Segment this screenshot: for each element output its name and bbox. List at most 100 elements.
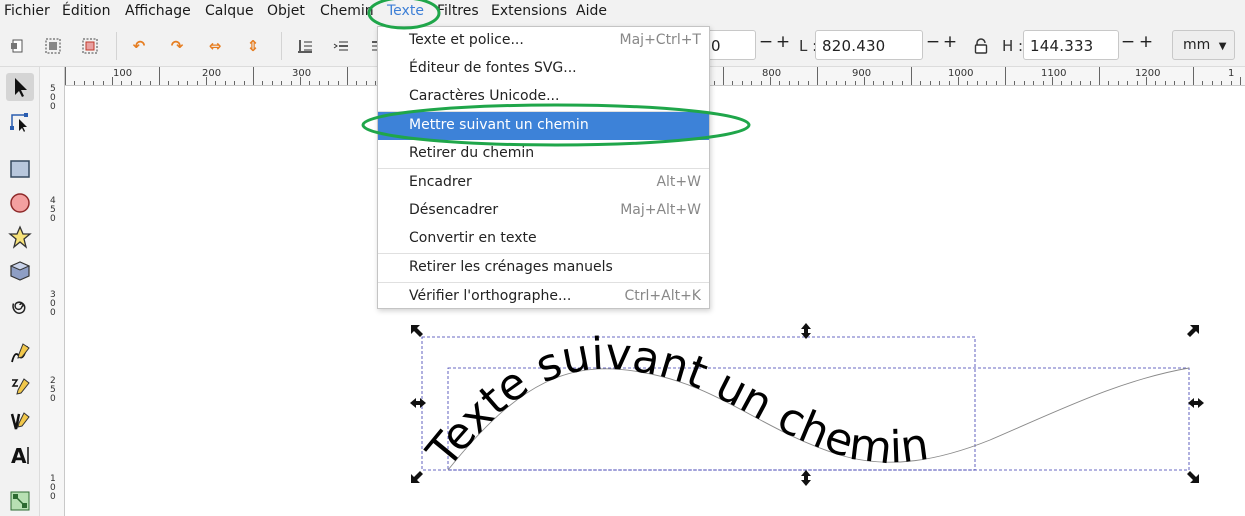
menu-objet[interactable]: Objet xyxy=(267,3,305,19)
menu-affichage[interactable]: Affichage xyxy=(125,3,191,19)
ruler-tick xyxy=(882,81,884,85)
ruler-tick xyxy=(948,81,950,85)
ruler-tick xyxy=(1005,67,1006,85)
rotate-cw-icon[interactable]: ↷ xyxy=(166,35,188,57)
menu-texte[interactable]: Texte xyxy=(387,3,424,19)
ruler-tick xyxy=(826,81,828,85)
ruler-tick xyxy=(130,81,132,85)
ruler-tick xyxy=(243,81,245,85)
ruler-tick xyxy=(309,81,311,85)
ruler-label: 1000 xyxy=(948,68,974,79)
ruler-tick xyxy=(262,81,264,85)
selector-tool-icon[interactable] xyxy=(6,73,34,101)
width-field[interactable]: 820.430 xyxy=(815,30,923,60)
ruler-tick xyxy=(1127,81,1129,85)
flip-horizontal-icon[interactable]: ⇔ xyxy=(204,35,226,57)
ruler-tick xyxy=(1080,81,1082,85)
3d-box-tool-icon[interactable] xyxy=(6,257,34,285)
x-decrement-button[interactable]: − xyxy=(758,32,774,52)
ruler-label: 1 xyxy=(1228,68,1235,79)
menu-filtres[interactable]: Filtres xyxy=(437,3,479,19)
lower-icon[interactable] xyxy=(330,35,352,57)
ruler-tick xyxy=(892,81,894,85)
ruler-tick xyxy=(1117,81,1119,85)
ruler-tick xyxy=(845,81,847,85)
ruler-tick xyxy=(177,81,179,85)
ruler-tick xyxy=(196,81,198,85)
menu-item-desencadrer[interactable]: Désencadrer Maj+Alt+W xyxy=(378,197,709,225)
menu-item-retirer-du-chemin[interactable]: Retirer du chemin xyxy=(378,140,709,168)
ruler-tick xyxy=(347,67,348,85)
deselect-icon[interactable] xyxy=(79,35,101,57)
spiral-tool-icon[interactable] xyxy=(6,291,34,319)
menu-calque[interactable]: Calque xyxy=(205,3,254,19)
menu-item-mettre-suivant-chemin[interactable]: Mettre suivant un chemin xyxy=(378,112,709,140)
ruler-label: 900 xyxy=(852,68,872,79)
ruler-label: 800 xyxy=(762,68,782,79)
ruler-tick xyxy=(1070,81,1072,85)
node-tool-icon[interactable] xyxy=(6,107,34,135)
menu-edition[interactable]: Édition xyxy=(62,3,110,19)
menu-item-encadrer[interactable]: Encadrer Alt+W xyxy=(378,169,709,197)
ruler-tick xyxy=(1202,81,1204,85)
ruler-tick xyxy=(779,81,781,85)
ruler-tick xyxy=(74,81,76,85)
menu-extensions[interactable]: Extensions xyxy=(491,3,567,19)
menu-item-retirer-crenages[interactable]: Retirer les crénages manuels xyxy=(378,254,709,282)
star-tool-icon[interactable] xyxy=(6,223,34,251)
rotate-ccw-icon[interactable]: ↶ xyxy=(128,35,150,57)
ruler-label: 0 xyxy=(50,394,56,404)
ruler-tick xyxy=(939,81,941,85)
menu-item-convertir-en-texte[interactable]: Convertir en texte xyxy=(378,225,709,253)
ruler-tick xyxy=(253,67,254,85)
rectangle-tool-icon[interactable] xyxy=(6,155,34,183)
ruler-tick xyxy=(854,81,856,85)
menu-item-texte-et-police[interactable]: Texte et police... Maj+Ctrl+T xyxy=(378,27,709,55)
ruler-tick xyxy=(215,81,217,85)
ruler-tick xyxy=(168,81,170,85)
ruler-tick xyxy=(1174,81,1176,85)
ruler-tick xyxy=(1211,81,1213,85)
unit-select[interactable]: mm ▼ xyxy=(1172,30,1235,60)
calligraphy-tool-icon[interactable] xyxy=(6,407,34,435)
height-increment-button[interactable]: + xyxy=(1138,32,1154,52)
menu-item-caracteres-unicode[interactable]: Caractères Unicode... xyxy=(378,83,709,111)
ruler-tick xyxy=(1230,81,1232,85)
ruler-tick xyxy=(187,81,189,85)
ruler-tick xyxy=(788,81,790,85)
connector-tool-icon[interactable] xyxy=(6,487,34,515)
height-label: H : xyxy=(1002,37,1024,55)
pen-tool-icon[interactable] xyxy=(6,373,34,401)
lock-ratio-icon[interactable] xyxy=(970,35,992,57)
ruler-tick xyxy=(741,81,743,85)
menu-chemin[interactable]: Chemin xyxy=(320,3,374,19)
select-all-icon[interactable] xyxy=(6,35,28,57)
ruler-label: 0 xyxy=(50,214,56,224)
ruler-tick xyxy=(1099,67,1100,85)
ruler-tick xyxy=(1183,81,1185,85)
height-decrement-button[interactable]: − xyxy=(1120,32,1136,52)
menu-item-editeur-fontes-svg[interactable]: Éditeur de fontes SVG... xyxy=(378,55,709,83)
height-field[interactable]: 144.333 xyxy=(1023,30,1119,60)
text-tool-icon[interactable]: A xyxy=(6,441,34,469)
select-all-layers-icon[interactable] xyxy=(42,35,64,57)
width-decrement-button[interactable]: − xyxy=(925,32,941,52)
ruler-tick xyxy=(121,81,123,85)
vertical-ruler: 5 0 0 4 5 0 3 0 0 2 5 0 1 0 0 xyxy=(40,67,65,516)
ruler-tick xyxy=(1042,81,1044,85)
width-increment-button[interactable]: + xyxy=(942,32,958,52)
pencil-tool-icon[interactable] xyxy=(6,339,34,367)
ruler-tick xyxy=(65,67,66,85)
menu-aide[interactable]: Aide xyxy=(576,3,607,19)
ruler-tick xyxy=(281,81,283,85)
ruler-label: 0 xyxy=(50,492,56,502)
ellipse-tool-icon[interactable] xyxy=(6,189,34,217)
flip-vertical-icon[interactable]: ⇕ xyxy=(242,35,264,57)
x-increment-button[interactable]: + xyxy=(775,32,791,52)
ruler-tick xyxy=(1136,81,1138,85)
ruler-tick xyxy=(1155,81,1157,85)
lower-to-bottom-icon[interactable] xyxy=(294,35,316,57)
menu-fichier[interactable]: Fichier xyxy=(4,3,50,19)
ruler-label: 0 xyxy=(50,102,56,112)
menu-item-verifier-orthographe[interactable]: Vérifier l'orthographe... Ctrl+Alt+K xyxy=(378,283,709,311)
